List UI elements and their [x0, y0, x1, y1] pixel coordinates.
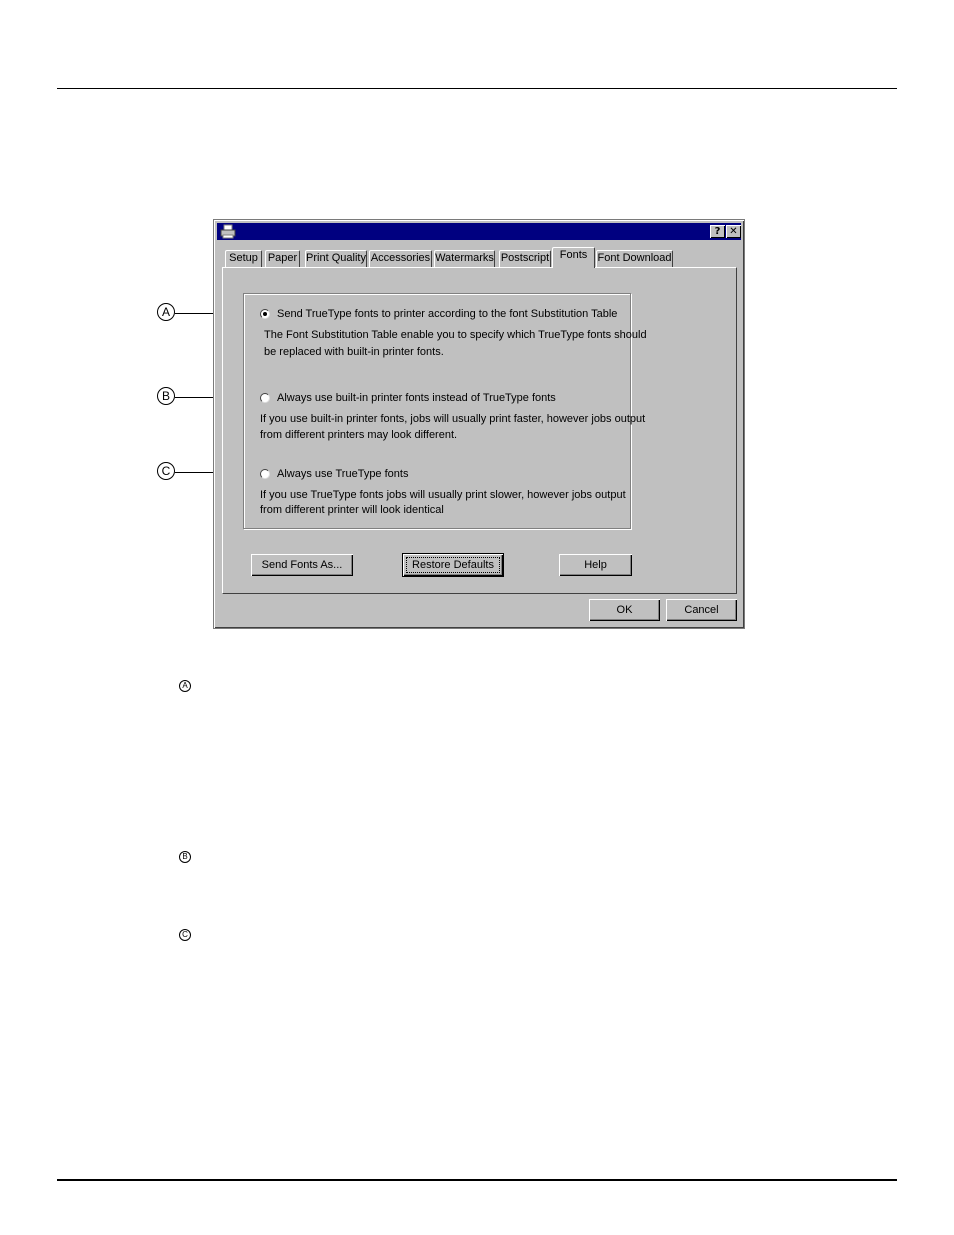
callout-c: C — [157, 462, 175, 480]
tab-font-download[interactable]: Font Download — [596, 250, 673, 267]
fonts-panel: Send TrueType fonts to printer according… — [222, 267, 737, 594]
reference-marker-a: A — [179, 680, 191, 692]
tab-postscript[interactable]: Postscript — [499, 250, 551, 267]
option-substitution-table-desc-2: be replaced with built-in printer fonts. — [264, 346, 444, 358]
close-title-button[interactable]: ✕ — [726, 225, 741, 238]
tab-paper[interactable]: Paper — [265, 250, 300, 267]
callout-b: B — [157, 387, 175, 405]
font-options-group: Send TrueType fonts to printer according… — [243, 293, 647, 529]
option-truetype-fonts-label: Always use TrueType fonts — [277, 468, 409, 480]
option-substitution-table-label: Send TrueType fonts to printer according… — [277, 308, 618, 320]
callout-a: A — [157, 303, 175, 321]
help-title-button[interactable]: ? — [710, 225, 725, 238]
radio-substitution-table[interactable] — [260, 309, 270, 319]
title-bar[interactable]: ? ✕ — [217, 223, 741, 240]
restore-defaults-button[interactable]: Restore Defaults — [402, 553, 504, 577]
cancel-button[interactable]: Cancel — [666, 599, 737, 621]
option-truetype-fonts-desc-1: If you use TrueType fonts jobs will usua… — [260, 489, 626, 501]
radio-builtin-fonts[interactable] — [260, 393, 270, 403]
tab-watermarks[interactable]: Watermarks — [434, 250, 495, 267]
tab-print-quality[interactable]: Print Quality — [305, 250, 367, 267]
send-fonts-as-button[interactable]: Send Fonts As... — [251, 554, 353, 576]
ok-button[interactable]: OK — [589, 599, 660, 621]
tab-setup[interactable]: Setup — [225, 250, 262, 267]
tab-accessories[interactable]: Accessories — [369, 250, 432, 267]
bottom-rule — [57, 1179, 897, 1181]
top-rule — [57, 88, 897, 89]
tab-fonts[interactable]: Fonts — [552, 247, 595, 268]
reference-marker-b: B — [179, 851, 191, 863]
option-substitution-table-desc-1: The Font Substitution Table enable you t… — [264, 329, 647, 341]
option-truetype-fonts-desc-2: from different printer will look identic… — [260, 504, 444, 516]
printer-properties-dialog: ? ✕ Setup Paper Print Quality Accessorie… — [213, 219, 745, 629]
help-button[interactable]: Help — [559, 554, 632, 576]
printer-icon — [220, 224, 236, 239]
option-builtin-fonts-label: Always use built-in printer fonts instea… — [277, 392, 556, 404]
reference-marker-c: C — [179, 929, 191, 941]
radio-truetype-fonts[interactable] — [260, 469, 270, 479]
option-builtin-fonts-desc-1: If you use built-in printer fonts, jobs … — [260, 413, 646, 425]
restore-defaults-label: Restore Defaults — [406, 557, 500, 573]
option-builtin-fonts-desc-2: from different printers may look differe… — [260, 429, 458, 441]
